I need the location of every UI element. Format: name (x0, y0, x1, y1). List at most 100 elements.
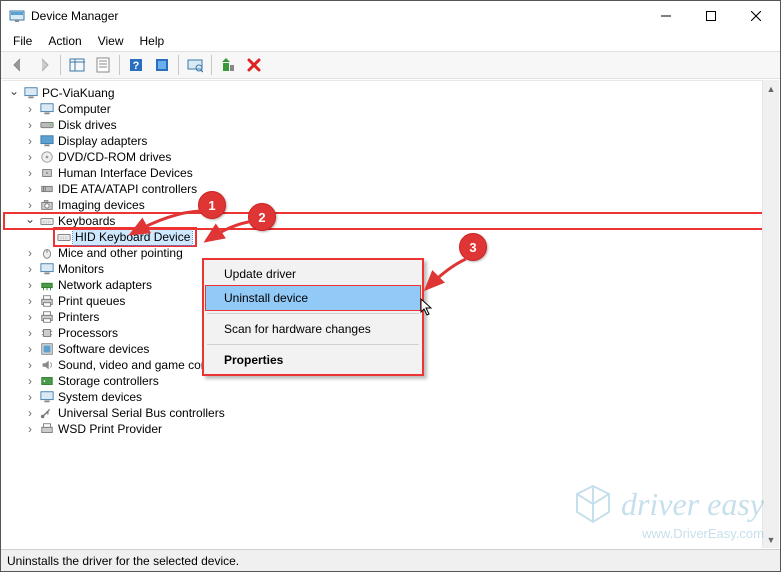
expand-icon[interactable] (22, 117, 38, 133)
toolbar-separator (211, 55, 212, 75)
scan-hardware-button[interactable] (183, 53, 207, 77)
expand-icon[interactable] (22, 101, 38, 117)
context-menu: Update driver Uninstall device Scan for … (202, 258, 424, 376)
cpu-icon (38, 325, 56, 341)
tree-item-hid-keyboard[interactable]: HID Keyboard Device (4, 229, 777, 245)
help-button[interactable]: ? (124, 53, 148, 77)
tree-item-dvd[interactable]: DVD/CD-ROM drives (4, 149, 777, 165)
show-hide-tree-button[interactable] (65, 53, 89, 77)
computer-icon (22, 85, 40, 101)
expand-icon[interactable] (22, 181, 38, 197)
menu-action[interactable]: Action (40, 32, 89, 50)
expand-icon[interactable] (22, 357, 38, 373)
printer-icon (38, 309, 56, 325)
tree-label: Software devices (56, 341, 151, 357)
tree-label: Disk drives (56, 117, 119, 133)
tree-item-computer[interactable]: Computer (4, 101, 777, 117)
scroll-up-button[interactable]: ▲ (763, 80, 779, 97)
forward-button[interactable] (32, 53, 56, 77)
expand-icon[interactable] (22, 213, 38, 229)
tree-label: Computer (56, 101, 113, 117)
tree-item-hid[interactable]: Human Interface Devices (4, 165, 777, 181)
ide-icon (38, 181, 56, 197)
printer-icon (38, 421, 56, 437)
menu-bar: File Action View Help (1, 31, 780, 51)
expand-icon[interactable] (22, 165, 38, 181)
ctx-separator (207, 344, 419, 345)
tree-label: Print queues (56, 293, 127, 309)
tree-label: IDE ATA/ATAPI controllers (56, 181, 199, 197)
software-icon (38, 341, 56, 357)
expand-icon[interactable] (22, 261, 38, 277)
menu-help[interactable]: Help (132, 32, 173, 50)
window-title: Device Manager (31, 9, 118, 23)
ctx-scan-hardware[interactable]: Scan for hardware changes (206, 317, 420, 341)
close-button[interactable] (733, 2, 778, 31)
minimize-button[interactable] (643, 2, 688, 31)
tree-label: Processors (56, 325, 120, 341)
maximize-button[interactable] (688, 2, 733, 31)
ctx-separator (207, 313, 419, 314)
toolbar-separator (119, 55, 120, 75)
scroll-down-button[interactable]: ▼ (763, 531, 779, 548)
expand-icon[interactable] (6, 85, 22, 101)
status-text: Uninstalls the driver for the selected d… (7, 554, 239, 568)
camera-icon (38, 197, 56, 213)
update-driver-button[interactable] (216, 53, 240, 77)
tree-item-ide[interactable]: IDE ATA/ATAPI controllers (4, 181, 777, 197)
toolbar-separator (178, 55, 179, 75)
expand-icon[interactable] (22, 421, 38, 437)
expand-icon[interactable] (22, 405, 38, 421)
vertical-scrollbar[interactable]: ▲ ▼ (762, 80, 779, 548)
network-icon (38, 277, 56, 293)
expand-icon[interactable] (22, 309, 38, 325)
title-bar: Device Manager (1, 1, 780, 31)
expand-icon[interactable] (22, 149, 38, 165)
expand-icon[interactable] (22, 325, 38, 341)
expand-icon[interactable] (22, 389, 38, 405)
ctx-properties[interactable]: Properties (206, 348, 420, 372)
watermark-url: www.DriverEasy.com (571, 526, 764, 541)
ctx-update-driver[interactable]: Update driver (206, 262, 420, 286)
computer-icon (38, 101, 56, 117)
svg-text:?: ? (133, 60, 140, 72)
tree-item-wsd[interactable]: WSD Print Provider (4, 421, 777, 437)
expand-icon[interactable] (22, 341, 38, 357)
watermark-brand: driver easy (621, 486, 764, 523)
back-button[interactable] (6, 53, 30, 77)
action-button[interactable] (150, 53, 174, 77)
ctx-uninstall-device[interactable]: Uninstall device (205, 285, 421, 311)
storage-icon (38, 373, 56, 389)
tree-label: Network adapters (56, 277, 154, 293)
hid-icon (38, 165, 56, 181)
tree-root[interactable]: PC-ViaKuang (4, 85, 777, 101)
tree-item-imaging[interactable]: Imaging devices (4, 197, 777, 213)
tree-label: Display adapters (56, 133, 149, 149)
tree-label: Monitors (56, 261, 106, 277)
annotation-arrow-2 (196, 219, 266, 259)
toolbar-separator (60, 55, 61, 75)
display-icon (38, 133, 56, 149)
watermark: driver easy www.DriverEasy.com (571, 482, 764, 541)
uninstall-button[interactable] (242, 53, 266, 77)
keyboard-icon (55, 229, 73, 245)
tree-label: System devices (56, 389, 144, 405)
expand-icon[interactable] (22, 245, 38, 261)
tree-label: Printers (56, 309, 101, 325)
tree-item-system[interactable]: System devices (4, 389, 777, 405)
expand-icon[interactable] (22, 293, 38, 309)
tree-item-usb[interactable]: Universal Serial Bus controllers (4, 405, 777, 421)
cursor-icon (420, 298, 434, 316)
expand-icon[interactable] (22, 133, 38, 149)
tree-item-disk-drives[interactable]: Disk drives (4, 117, 777, 133)
status-bar: Uninstalls the driver for the selected d… (1, 549, 780, 571)
system-icon (38, 389, 56, 405)
tree-label: WSD Print Provider (56, 421, 164, 437)
tree-item-display-adapters[interactable]: Display adapters (4, 133, 777, 149)
expand-icon[interactable] (22, 277, 38, 293)
expand-icon[interactable] (22, 373, 38, 389)
menu-file[interactable]: File (5, 32, 40, 50)
menu-view[interactable]: View (90, 32, 132, 50)
tree-label: Human Interface Devices (56, 165, 195, 181)
properties-button[interactable] (91, 53, 115, 77)
